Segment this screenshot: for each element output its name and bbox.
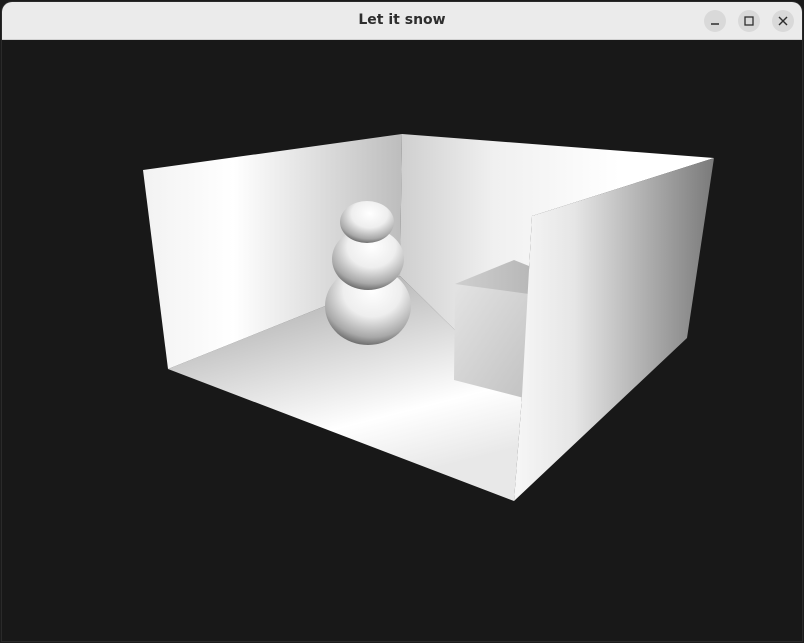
render-viewport[interactable] xyxy=(2,40,802,641)
close-button[interactable] xyxy=(772,10,794,32)
app-window: Let it snow xyxy=(2,2,802,641)
scene-canvas xyxy=(143,134,714,501)
close-icon xyxy=(778,16,788,26)
cube xyxy=(454,260,529,398)
window-title: Let it snow xyxy=(358,12,446,28)
title-bar[interactable]: Let it snow xyxy=(2,2,802,40)
maximize-button[interactable] xyxy=(738,10,760,32)
cube-front-face xyxy=(454,284,529,398)
maximize-icon xyxy=(744,16,754,26)
minimize-icon xyxy=(711,23,719,25)
minimize-button[interactable] xyxy=(704,10,726,32)
snowman-head xyxy=(340,201,394,243)
